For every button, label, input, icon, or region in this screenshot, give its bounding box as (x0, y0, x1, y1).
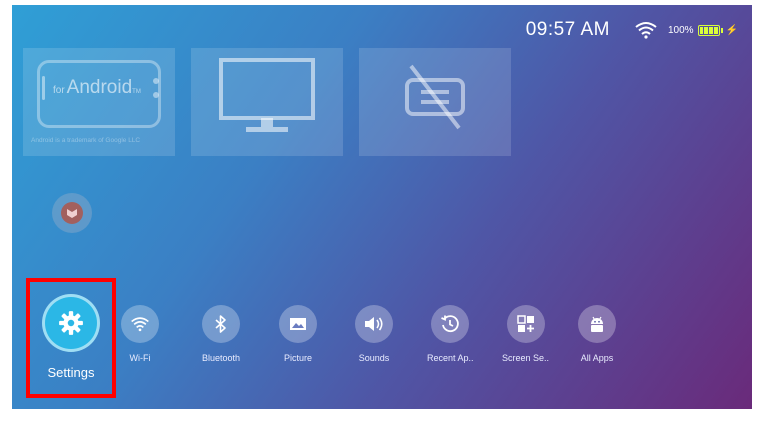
recent-apps-icon (441, 315, 460, 333)
picture-icon (290, 318, 306, 330)
dock-item-sounds[interactable]: Sounds (355, 305, 393, 363)
monitor-icon (219, 58, 315, 132)
screen-mirror-tile[interactable] (191, 48, 343, 156)
app-shortcut[interactable] (52, 193, 92, 233)
home-screen: 09:57 AM 100% ⚡ for Android TM Android i… (12, 5, 752, 409)
battery-icon (697, 24, 723, 36)
wifi-status-icon (635, 22, 657, 39)
android-robot-icon (591, 316, 603, 332)
no-signal-tile[interactable] (359, 48, 511, 156)
dock-item-recent-apps[interactable]: Recent Ap.. (427, 305, 474, 363)
android-logo-text: for Android TM (53, 77, 141, 98)
charging-icon: ⚡ (725, 24, 738, 36)
clock: 09:57 AM (525, 19, 610, 40)
dock-item-all-apps[interactable]: All Apps (578, 305, 616, 363)
android-legal-text: Android is a trademark of Google LLC (31, 137, 141, 144)
dock-item-wifi[interactable]: Wi-Fi (121, 305, 159, 363)
dock-item-label: Picture (283, 353, 312, 363)
wifi-icon (131, 317, 149, 332)
dock-item-label: Sounds (358, 353, 390, 363)
screen-settings-icon (516, 315, 534, 332)
sounds-icon (365, 317, 383, 331)
android-tile[interactable]: for Android TM Android is a trademark of… (23, 48, 175, 156)
dock-item-label: Recent Ap.. (427, 353, 474, 363)
bluetooth-icon (215, 315, 226, 333)
app-icon (61, 202, 83, 224)
dock-item-picture[interactable]: Picture (279, 305, 317, 363)
dock-item-label: All Apps (580, 353, 614, 363)
battery-percent: 100% (667, 24, 694, 36)
dock-item-label: Screen Se.. (502, 353, 550, 363)
dock-item-bluetooth[interactable]: Bluetooth (202, 305, 240, 363)
dock-item-label: Bluetooth (202, 353, 241, 363)
dock-item-label: Wi-Fi (129, 353, 151, 363)
selection-highlight (26, 278, 116, 398)
no-signal-icon (405, 64, 465, 130)
status-bar: 09:57 AM 100% ⚡ (526, 19, 738, 41)
dock-item-screen-settings[interactable]: Screen Se.. (502, 305, 549, 363)
